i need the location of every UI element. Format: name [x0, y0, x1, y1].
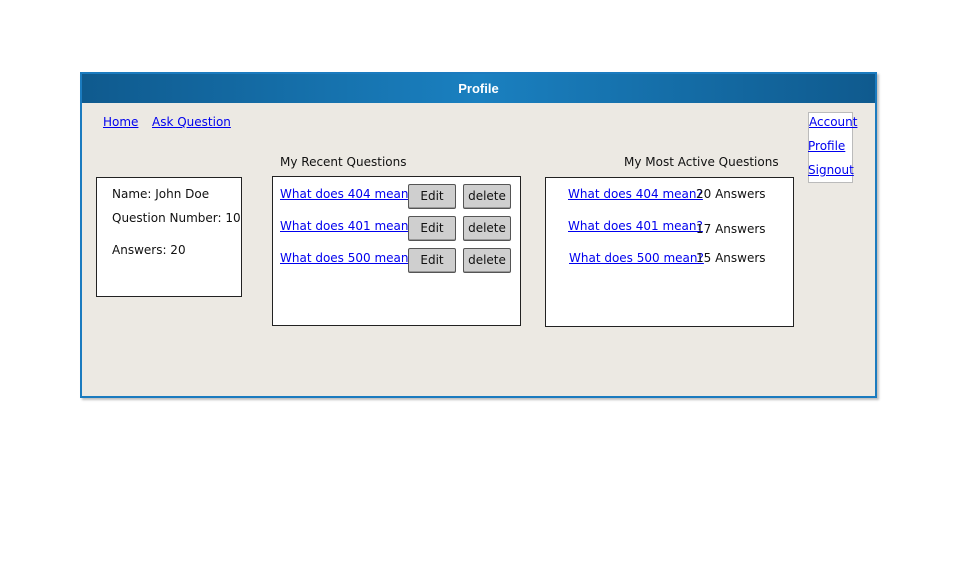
recent-question-link[interactable]: What does 404 mean? — [280, 187, 415, 201]
recent-question-link[interactable]: What does 401 mean? — [280, 219, 415, 233]
signout-link[interactable]: Signout — [808, 163, 854, 177]
profile-answers: Answers: 20 — [112, 243, 186, 257]
profile-name: Name: John Doe — [112, 187, 210, 201]
delete-button[interactable]: delete — [463, 248, 511, 273]
account-link[interactable]: Account — [809, 115, 857, 129]
edit-button[interactable]: Edit — [408, 216, 456, 241]
answer-count: 20 Answers — [696, 187, 766, 201]
active-question-link[interactable]: What does 404 mean? — [568, 187, 703, 201]
active-questions-heading: My Most Active Questions — [624, 155, 779, 169]
home-link[interactable]: Home — [103, 115, 138, 129]
answer-count: 15 Answers — [696, 251, 766, 265]
delete-button[interactable]: delete — [463, 216, 511, 241]
edit-button[interactable]: Edit — [408, 248, 456, 273]
window-title: Profile — [82, 74, 875, 103]
active-question-link[interactable]: What does 401 mean? — [568, 219, 703, 233]
edit-button[interactable]: Edit — [408, 184, 456, 209]
profile-question-number: Question Number: 10 — [112, 211, 241, 225]
profile-link[interactable]: Profile — [808, 139, 845, 153]
active-question-link[interactable]: What does 500 mean? — [569, 251, 704, 265]
delete-button[interactable]: delete — [463, 184, 511, 209]
recent-questions-heading: My Recent Questions — [280, 155, 407, 169]
recent-question-link[interactable]: What does 500 mean? — [280, 251, 415, 265]
ask-question-link[interactable]: Ask Question — [152, 115, 231, 129]
answer-count: 17 Answers — [696, 222, 766, 236]
